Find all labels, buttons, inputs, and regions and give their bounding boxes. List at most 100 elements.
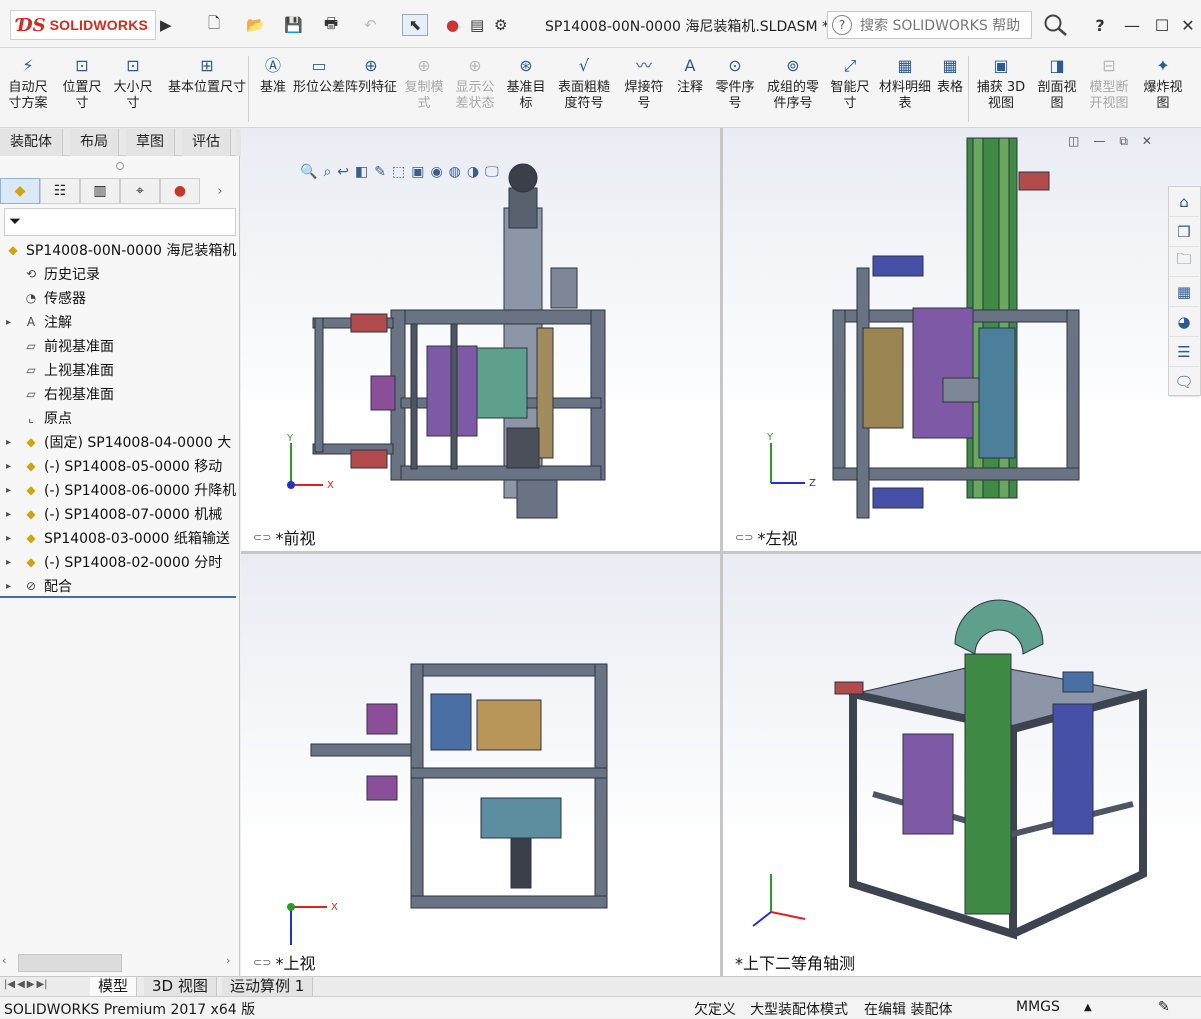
zoom-to-area-icon[interactable]: ⌕: [323, 164, 331, 180]
open-document-icon[interactable]: 📂: [246, 14, 265, 36]
configuration-manager-tab[interactable]: ▥: [80, 178, 120, 204]
toolbar-button-10[interactable]: √ 表面粗糙度符号: [553, 54, 615, 112]
help-button[interactable]: ?: [1088, 14, 1112, 36]
expand-arrow-icon[interactable]: ▸: [6, 557, 16, 568]
expand-arrow-icon[interactable]: ▸: [6, 317, 16, 328]
dimxpert-manager-tab[interactable]: ⌖: [120, 178, 160, 204]
expand-arrow-icon[interactable]: ▸: [6, 533, 16, 544]
tree-item[interactable]: ▸ ◆ (-) SP14008-05-0000 移动: [0, 454, 240, 478]
toolbar-button-1[interactable]: ⊡ 位置尺寸: [58, 54, 106, 112]
previous-view-icon[interactable]: ↩: [337, 164, 349, 180]
viewport-horizontal-splitter[interactable]: [241, 551, 1201, 554]
tree-item[interactable]: ▸ ◆ (固定) SP14008-04-0000 大: [0, 430, 240, 454]
dynamic-annotation-icon[interactable]: ✎: [374, 164, 386, 180]
toolbar-button-12[interactable]: A 注释: [670, 54, 710, 96]
minimize-button[interactable]: —: [1120, 14, 1144, 36]
property-manager-tab[interactable]: ☷: [40, 178, 80, 204]
design-library-icon[interactable]: ❒: [1169, 217, 1199, 247]
display-manager-tab[interactable]: ●: [160, 178, 200, 204]
close-button[interactable]: ✕: [1176, 14, 1200, 36]
toolbar-button-9[interactable]: ⊛ 基准目标: [502, 54, 550, 112]
quick-tips-icon[interactable]: ✎: [1158, 999, 1170, 1015]
toolbar-button-8[interactable]: ⊕ 显示公差状态: [450, 54, 500, 112]
tree-item[interactable]: ⌞ 原点: [0, 406, 240, 430]
new-document-icon[interactable]: 🗋: [208, 14, 220, 36]
toolbar-button-17[interactable]: ▦ 表格: [932, 54, 968, 96]
viewport-restore-icon[interactable]: ◫: [1068, 134, 1079, 149]
undo-icon[interactable]: ↶: [364, 14, 377, 36]
tree-item[interactable]: ▱ 前视基准面: [0, 334, 240, 358]
next-tab-icon[interactable]: ▶: [27, 979, 35, 990]
search-help-input[interactable]: ? 搜索 SOLIDWORKS 帮助: [827, 11, 1032, 39]
toolbar-button-14[interactable]: ⊚ 成组的零件序号: [762, 54, 824, 112]
toolbar-button-6[interactable]: ⊕ 阵列特征: [345, 54, 397, 96]
tab-scroll-arrows[interactable]: |◀ ◀ ▶ ▶|: [4, 979, 48, 990]
units-dropdown-icon[interactable]: ▲: [1084, 1002, 1092, 1013]
rebuild-traffic-light-icon[interactable]: ●: [446, 14, 459, 36]
expand-arrow-icon[interactable]: ▸: [6, 461, 16, 472]
select-pointer-icon[interactable]: ⬉: [402, 14, 428, 36]
bottom-tab-2[interactable]: 运动算例 1: [222, 977, 314, 997]
bottom-tab-1[interactable]: 3D 视图: [144, 977, 217, 997]
tree-item[interactable]: ▸ A 注解: [0, 310, 240, 334]
pane-collapse-handle[interactable]: [116, 162, 124, 170]
hide-show-items-icon[interactable]: ◉: [430, 164, 442, 180]
solidworks-logo[interactable]: ƊS SOLIDWORKS: [10, 10, 156, 40]
section-view-icon[interactable]: ◧: [355, 164, 368, 180]
first-tab-icon[interactable]: |◀: [4, 979, 15, 990]
toolbar-button-7[interactable]: ⊕ 复制模式: [400, 54, 448, 112]
toolbar-button-13[interactable]: ⊙ 零件序号: [710, 54, 760, 112]
tab-1[interactable]: 布局: [70, 129, 119, 156]
expand-arrow-icon[interactable]: ▸: [6, 509, 16, 520]
viewport-maximize-icon[interactable]: ⧉: [1119, 134, 1128, 149]
bottom-tab-0[interactable]: 模型: [90, 977, 138, 997]
tree-item[interactable]: ▸ ◆ SP14008-03-0000 纸箱输送: [0, 526, 240, 550]
tree-item[interactable]: ⟲ 历史记录: [0, 262, 240, 286]
tree-item[interactable]: ▱ 上视基准面: [0, 358, 240, 382]
expand-arrow-icon[interactable]: ▸: [6, 581, 16, 592]
toolbar-button-11[interactable]: 〰焊接符号: [620, 54, 668, 112]
expand-arrow-icon[interactable]: ▸: [6, 485, 16, 496]
custom-properties-icon[interactable]: ☰: [1169, 337, 1199, 367]
tree-item[interactable]: ▸ ◆ (-) SP14008-07-0000 机械: [0, 502, 240, 526]
scroll-right-arrow[interactable]: ›: [226, 954, 230, 967]
view-palette-icon[interactable]: ▦: [1169, 277, 1199, 307]
last-tab-icon[interactable]: ▶|: [36, 979, 47, 990]
edit-appearance-icon[interactable]: ◍: [449, 164, 461, 180]
toolbar-button-0[interactable]: ⚡ 自动尺寸方案: [4, 54, 52, 112]
tab-3[interactable]: 评估: [182, 129, 231, 156]
toolbar-button-19[interactable]: ◨ 剖面视图: [1032, 54, 1082, 112]
view-settings-icon[interactable]: 🖵: [485, 164, 499, 180]
viewport-front[interactable]: Y X ⊂⊃ *前视: [241, 128, 720, 551]
prev-tab-icon[interactable]: ◀: [17, 979, 25, 990]
options-gear-icon[interactable]: ⚙: [494, 14, 507, 36]
tree-item[interactable]: ▱ 右视基准面: [0, 382, 240, 406]
appearances-scenes-icon[interactable]: ◕: [1169, 307, 1199, 337]
toolbar-button-16[interactable]: ▦ 材料明细表: [879, 54, 931, 112]
solidworks-resources-icon[interactable]: ⌂: [1169, 187, 1199, 217]
viewport-close-icon[interactable]: ✕: [1142, 134, 1152, 149]
tree-item[interactable]: ▸ ⊘ 配合: [0, 574, 240, 598]
tab-2[interactable]: 草图: [126, 129, 175, 156]
tree-filter-input[interactable]: ⏷: [4, 208, 236, 236]
tree-root-assembly[interactable]: ◆ SP14008-00N-0000 海尼装箱机: [0, 238, 240, 262]
toolbar-button-15[interactable]: ⤢ 智能尺寸: [826, 54, 874, 112]
toolbar-button-5[interactable]: ▭ 形位公差: [293, 54, 345, 96]
zoom-to-fit-icon[interactable]: 🔍: [300, 164, 317, 180]
link-views-icon[interactable]: ⊂⊃: [735, 531, 753, 544]
file-properties-icon[interactable]: ▤: [470, 14, 484, 36]
print-icon[interactable]: 🖶: [324, 14, 338, 36]
view-orientation-icon[interactable]: ⬚: [392, 164, 405, 180]
search-button[interactable]: [1035, 11, 1077, 39]
display-style-icon[interactable]: ▣: [411, 164, 424, 180]
menu-expand-icon[interactable]: ▶: [160, 14, 172, 36]
toolbar-button-3[interactable]: ⊞ 基本位置尺寸: [160, 54, 254, 96]
tabs-overflow-icon[interactable]: ›: [200, 178, 240, 204]
toolbar-button-2[interactable]: ⊡ 大小尺寸: [108, 54, 158, 112]
maximize-button[interactable]: ☐: [1150, 14, 1174, 36]
viewport-left[interactable]: Y Z ⊂⊃ *左视: [723, 128, 1201, 551]
file-explorer-icon[interactable]: 🗀: [1169, 247, 1199, 277]
tree-item[interactable]: ◔ 传感器: [0, 286, 240, 310]
toolbar-button-20[interactable]: ⊟ 模型断开视图: [1084, 54, 1134, 112]
expand-arrow-icon[interactable]: ▸: [6, 437, 16, 448]
